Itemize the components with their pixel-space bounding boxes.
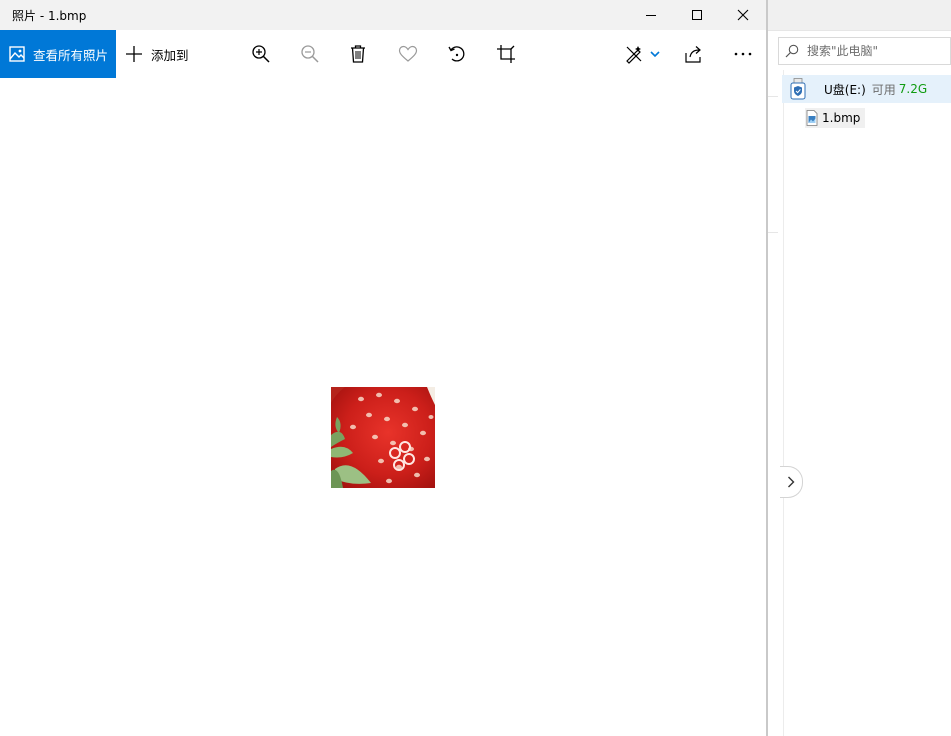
minimize-button[interactable] — [628, 0, 674, 30]
file-item-1bmp[interactable]: 1.bmp — [805, 108, 866, 128]
maximize-button[interactable] — [674, 0, 720, 30]
maximize-icon — [692, 10, 702, 20]
share-icon — [685, 46, 701, 63]
window-title: 照片 - 1.bmp — [12, 9, 87, 23]
zoom-in-icon — [252, 45, 270, 63]
pane-divider — [783, 70, 784, 736]
divider — [768, 30, 951, 31]
chevron-down-icon — [650, 51, 660, 58]
drive-free-space: 7.2G — [898, 82, 928, 96]
search-input[interactable] — [807, 44, 947, 58]
favorite-heart-icon — [398, 45, 418, 62]
close-icon — [737, 9, 749, 21]
search-box[interactable] — [778, 37, 951, 65]
explorer-title-area — [768, 0, 951, 30]
add-to-label: 添加到 — [151, 47, 189, 63]
favorite-button[interactable] — [396, 42, 420, 66]
zoom-out-button[interactable] — [298, 42, 322, 66]
drive-item-usb-e[interactable]: U盘(E:) 可用 7.2G — [782, 75, 951, 103]
edit-draw-icon — [626, 46, 642, 64]
view-all-photos-label: 查看所有照片 — [33, 47, 109, 63]
view-all-photos-button[interactable]: 查看所有照片 — [0, 30, 116, 78]
close-button[interactable] — [720, 0, 766, 30]
divider — [768, 96, 778, 97]
minimize-icon — [646, 15, 656, 16]
zoom-in-button[interactable] — [249, 42, 273, 66]
rotate-button[interactable] — [445, 42, 469, 66]
photos-app-window: 照片 - 1.bmp 查看所有照片 添加到 — [0, 0, 766, 736]
chevron-right-icon — [788, 476, 795, 488]
plus-icon — [124, 44, 144, 64]
drive-available-label: 可用 — [871, 82, 896, 97]
zoom-out-icon — [301, 45, 319, 63]
crop-icon — [497, 45, 515, 63]
more-icon — [734, 52, 752, 56]
drive-name: U盘(E:) — [824, 82, 866, 97]
crop-button[interactable] — [494, 42, 518, 66]
edit-draw-button[interactable] — [620, 42, 664, 66]
share-button[interactable] — [682, 42, 706, 66]
title-bar[interactable]: 照片 - 1.bmp — [0, 0, 766, 30]
photos-gallery-icon — [9, 46, 25, 62]
add-to-button[interactable]: 添加到 — [124, 30, 189, 78]
delete-icon — [351, 45, 365, 63]
search-icon — [785, 44, 799, 58]
more-options-button[interactable] — [731, 42, 755, 66]
file-name: 1.bmp — [822, 111, 861, 125]
rotate-icon — [448, 46, 465, 62]
delete-button[interactable] — [346, 42, 370, 66]
strawberry-image — [331, 387, 435, 488]
file-explorer-window: U盘(E:) 可用 7.2G 1.bmp — [768, 0, 951, 736]
photo-toolbar: 查看所有照片 添加到 — [0, 30, 766, 78]
pane-expand-button[interactable] — [780, 466, 803, 498]
bmp-file-icon — [806, 110, 818, 126]
divider — [768, 232, 778, 233]
usb-drive-icon — [790, 78, 806, 100]
displayed-photo[interactable] — [331, 387, 435, 488]
